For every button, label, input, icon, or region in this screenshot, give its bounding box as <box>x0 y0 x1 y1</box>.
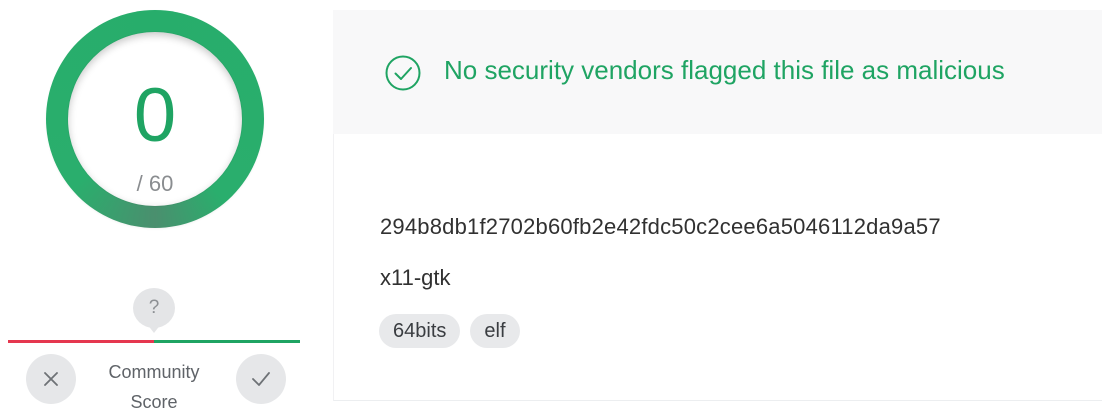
detection-score-center: 0 / 60 <box>68 32 242 206</box>
community-score-positive-bar <box>154 340 300 343</box>
vote-harmful-button[interactable] <box>26 354 76 404</box>
detection-score-ring: 0 / 60 <box>46 10 264 228</box>
tag-chip[interactable]: elf <box>470 314 520 348</box>
checkmark-icon <box>252 372 270 386</box>
check-circle-icon <box>385 55 421 91</box>
close-icon <box>44 372 58 386</box>
community-score-label-line2: Score <box>130 392 178 412</box>
detection-status-banner: No security vendors flagged this file as… <box>333 10 1102 134</box>
community-score-badge: ? <box>133 288 175 328</box>
file-details-panel: 294b8db1f2702b60fb2e42fdc50c2cee6a504611… <box>333 134 1102 401</box>
file-name: x11-gtk <box>380 265 451 290</box>
detection-total: / 60 <box>136 171 174 196</box>
vote-harmless-button[interactable] <box>236 354 286 404</box>
tag-chip[interactable]: 64bits <box>379 314 461 348</box>
community-score-label-line1: Community <box>108 362 200 382</box>
file-tags: 64bits elf <box>379 314 520 348</box>
detection-status-text: No security vendors flagged this file as… <box>444 55 1005 85</box>
community-score-label: Community Score <box>84 357 224 417</box>
community-score-negative-bar <box>8 340 154 343</box>
community-score-badge-pointer <box>147 324 161 333</box>
file-hash[interactable]: 294b8db1f2702b60fb2e42fdc50c2cee6a504611… <box>380 214 1102 240</box>
detection-count: 0 <box>133 73 177 158</box>
